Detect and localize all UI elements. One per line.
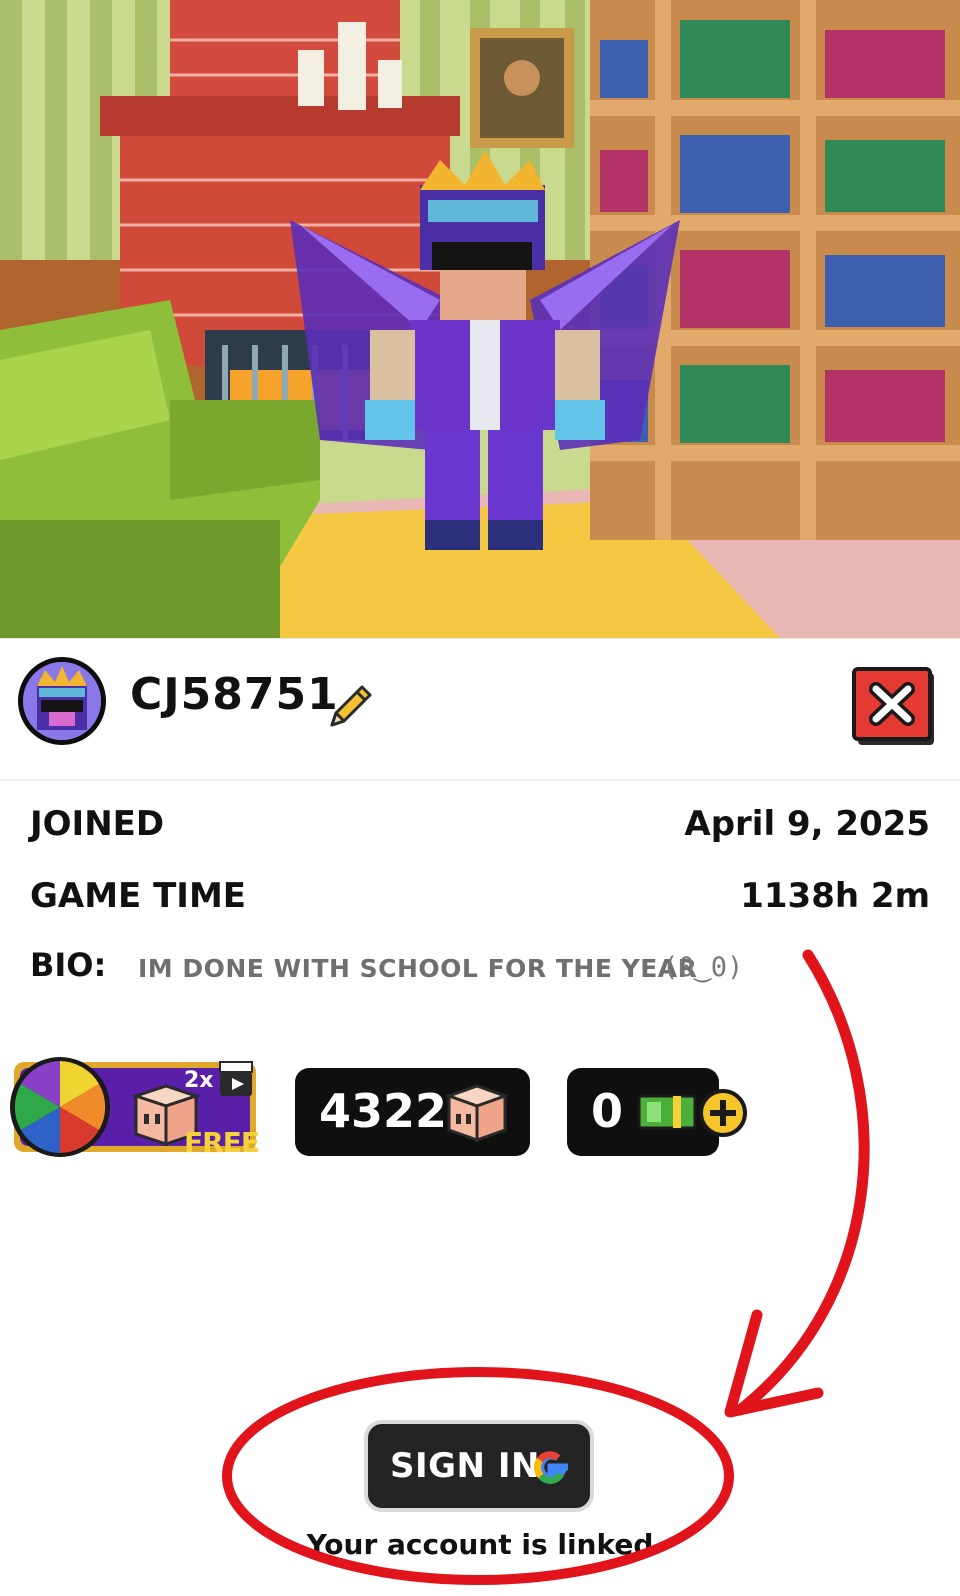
video-ad-icon [219, 1061, 253, 1096]
add-cash-button[interactable] [698, 1088, 748, 1138]
username: CJ58751 [130, 669, 339, 720]
account-linked-status: Your account is linked [306, 1528, 654, 1561]
bio-label: BIO: [30, 946, 107, 984]
cube-icon [445, 1084, 509, 1143]
reward-multiplier: 2x [184, 1068, 214, 1093]
sign-in-label: SIGN IN [390, 1446, 540, 1486]
game-time-value: 1138h 2m [740, 876, 930, 916]
bio-text[interactable]: IM DONE WITH SCHOOL FOR THE YEAR [138, 954, 697, 983]
free-label: FREE [184, 1126, 260, 1159]
cube-counter[interactable]: 4322 [295, 1068, 530, 1156]
google-icon [533, 1451, 568, 1484]
bio-row: BIO: IM DONE WITH SCHOOL FOR THE YEAR (0… [30, 946, 930, 996]
free-spin-button[interactable]: 2x FREE [6, 1054, 262, 1160]
avatar-art [23, 662, 101, 740]
annotation-arrowhead [724, 1309, 824, 1418]
close-icon [852, 667, 934, 745]
room-scene-art [0, 0, 960, 638]
profile-header: CJ58751 [0, 638, 960, 781]
cash-count: 0 [591, 1084, 624, 1138]
annotation-arrow [734, 949, 870, 1416]
cash-counter[interactable]: 0 [567, 1068, 719, 1156]
game-time-label: GAME TIME [30, 876, 247, 916]
bio-emoticon: (0‿0) [662, 952, 744, 983]
pencil-icon[interactable] [324, 677, 380, 733]
joined-value: April 9, 2025 [684, 804, 930, 844]
prize-wheel-icon [10, 1057, 110, 1157]
plus-icon [699, 1089, 747, 1137]
google-sign-in-button[interactable]: SIGN IN [364, 1420, 594, 1512]
joined-row: JOINED April 9, 2025 [30, 804, 930, 854]
joined-label: JOINED [30, 804, 165, 844]
close-button[interactable] [852, 667, 938, 747]
player-avatar[interactable] [18, 657, 106, 745]
cube-count: 4322 [319, 1084, 448, 1138]
game-time-row: GAME TIME 1138h 2m [30, 876, 930, 926]
cash-icon [637, 1094, 697, 1130]
character-preview-scene [0, 0, 960, 638]
